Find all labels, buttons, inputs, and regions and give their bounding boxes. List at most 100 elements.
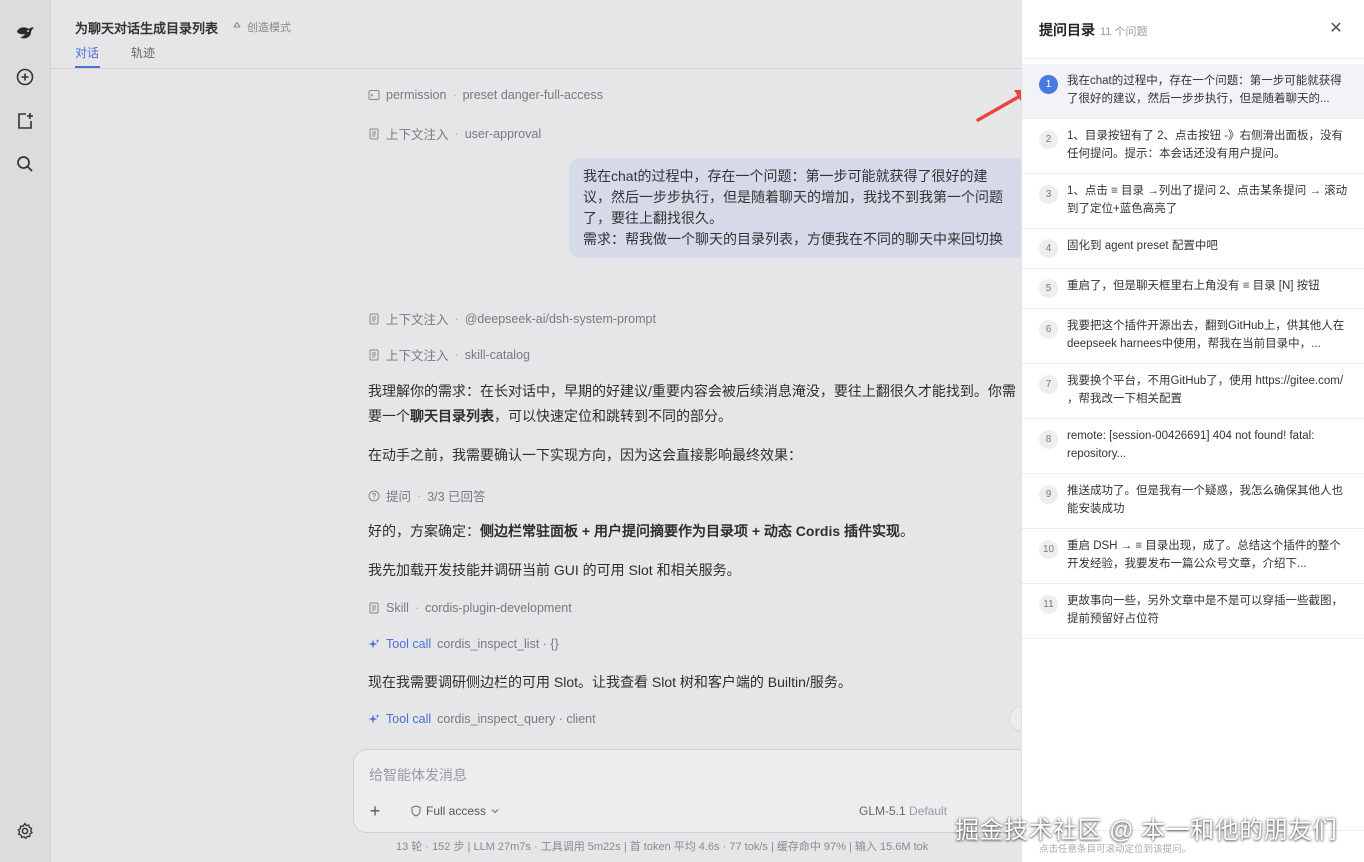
- bubble-line: 议，然后一步步执行，但是随着聊天的增加，我找不到我第一个问题: [583, 189, 1003, 205]
- sparkle-icon: [368, 714, 380, 724]
- model-selector[interactable]: GLM-5.1 Default: [859, 804, 947, 818]
- access-label: Full access: [426, 804, 487, 818]
- recycle-icon: [233, 22, 241, 28]
- meta-kind: permission: [386, 88, 447, 102]
- message-composer: 给智能体发消息 + Full access GLM-5.1 Default: [353, 749, 1033, 833]
- question-text: 固化到 agent preset 配置中吧: [1067, 240, 1218, 252]
- active-tab-indicator: [75, 66, 100, 68]
- attach-plus-button[interactable]: +: [364, 800, 386, 822]
- meta-detail: skill-catalog: [464, 347, 530, 362]
- question-text: 更故事向一些，另外文章中是不是可以穿插一些截图，提前预留好占位符: [1067, 595, 1343, 625]
- question-item[interactable]: 9 推送成功了。但是我有一个疑惑，我怎么确保其他人也能安装成功: [1022, 474, 1364, 529]
- question-number: 3: [1039, 185, 1058, 204]
- question-number: 9: [1039, 485, 1058, 504]
- access-selector[interactable]: Full access: [410, 804, 500, 818]
- question-item[interactable]: 10 重启 DSH → ≡ 目录出现，成了。总结这个插件的整个开发经验，我要发布…: [1022, 529, 1364, 584]
- whale-logo-icon[interactable]: [12, 20, 38, 46]
- meta-detail: @deepseek-ai/dsh-system-prompt: [464, 311, 656, 326]
- text-span: 。: [900, 523, 915, 539]
- message-input[interactable]: 给智能体发消息: [369, 765, 467, 785]
- question-text: remote: [session-00426691] 404 not found…: [1067, 430, 1315, 460]
- meta-kind: 上下文注入: [386, 349, 449, 363]
- tab-trace[interactable]: 轨迹: [131, 44, 155, 61]
- chevron-down-icon: [491, 809, 499, 814]
- mode-label: 创造模式: [247, 22, 291, 34]
- question-text: 1、目录按钮有了 2、点击按钮 -》右侧滑出面板，没有任何提问。提示：本会话还没…: [1067, 130, 1344, 160]
- tool-call-label: Tool call: [386, 712, 432, 726]
- question-item[interactable]: 6 我要把这个插件开源出去，翻到GitHub上，供其他人在deepseek ha…: [1022, 309, 1364, 364]
- question-item[interactable]: 8 remote: [session-00426691] 404 not fou…: [1022, 419, 1364, 474]
- terminal-icon: [368, 90, 380, 100]
- question-text: 重启了，但是聊天框里右上角没有 ≡ 目录 [N] 按钮: [1067, 280, 1320, 292]
- add-project-icon[interactable]: [12, 108, 38, 134]
- question-meta[interactable]: 提问 · 3/3 已回答: [368, 486, 486, 505]
- tool-call-meta[interactable]: Tool call cordis_inspect_query · client: [368, 712, 596, 726]
- question-number: 10: [1039, 540, 1058, 559]
- meta-detail: cordis_inspect_list · {}: [437, 637, 559, 651]
- document-icon: [369, 602, 379, 614]
- close-icon[interactable]: ✕: [1327, 20, 1345, 38]
- question-text: 我要把这个插件开源出去，翻到GitHub上，供其他人在deepseek harn…: [1067, 320, 1345, 350]
- bubble-line: 需求：帮我做一个聊天的目录列表，方便我在不同的聊天中来回切换: [583, 231, 1003, 247]
- question-item[interactable]: 4 固化到 agent preset 配置中吧: [1022, 229, 1364, 269]
- meta-kind: 上下文注入: [386, 128, 449, 142]
- conversation-title: 为聊天对话生成目录列表: [75, 21, 219, 36]
- document-icon: [369, 313, 379, 324]
- context-injection-meta[interactable]: 上下文注入 · user-approval: [368, 124, 541, 143]
- context-injection-meta[interactable]: 上下文注入 · @deepseek-ai/dsh-system-prompt: [368, 309, 656, 328]
- meta-detail: cordis-plugin-development: [425, 601, 572, 615]
- meta-detail: user-approval: [464, 126, 542, 141]
- bubble-line: 了，要往上翻找很久。: [583, 210, 723, 226]
- meta-detail: cordis_inspect_query · client: [437, 712, 596, 726]
- tool-call-meta[interactable]: Tool call cordis_inspect_list · {}: [368, 637, 559, 651]
- question-item[interactable]: 7 我要换个平台，不用GitHub了，使用 https://gitee.com/…: [1022, 364, 1364, 419]
- new-chat-icon[interactable]: [12, 64, 38, 90]
- assistant-paragraph: 要一个聊天目录列表，可以快速定位和跳转到不同的部分。: [368, 404, 732, 429]
- question-text: 1、点击 ≡ 目录 →列出了提问 2、点击某条提问 → 滚动到了定位+蓝色高亮了: [1067, 185, 1348, 215]
- model-label: GLM-5.1: [859, 804, 906, 818]
- question-text: 我要换个平台，不用GitHub了，使用 https://gitee.com/ ，…: [1067, 375, 1344, 405]
- assistant-paragraph: 我理解你的需求：在长对话中，早期的好建议/重要内容会被后续消息淹没，要往上翻很久…: [368, 383, 1016, 399]
- question-number: 2: [1039, 130, 1058, 149]
- shield-icon: [411, 805, 421, 817]
- question-item[interactable]: 5 重启了，但是聊天框里右上角没有 ≡ 目录 [N] 按钮: [1022, 269, 1364, 309]
- permission-meta[interactable]: permission · preset danger-full-access: [368, 88, 603, 102]
- app-window: 为聊天对话生成目录列表 创造模式 对话 轨迹 permission · pres…: [0, 0, 1364, 862]
- context-injection-meta[interactable]: 上下文注入 · skill-catalog: [368, 345, 530, 364]
- bold-span: 聊天目录列表: [410, 408, 494, 424]
- chat-main: 为聊天对话生成目录列表 创造模式 对话 轨迹 permission · pres…: [51, 0, 1035, 862]
- assistant-paragraph: 好的，方案确定：侧边栏常驻面板 + 用户提问摘要作为目录项 + 动态 Cordi…: [368, 519, 914, 544]
- question-number: 1: [1039, 75, 1058, 94]
- left-rail: [0, 0, 51, 862]
- assistant-paragraph: 我先加载开发技能并调研当前 GUI 的可用 Slot 和相关服务。: [368, 562, 741, 578]
- question-item[interactable]: 2 1、目录按钮有了 2、点击按钮 -》右侧滑出面板，没有任何提问。提示：本会话…: [1022, 119, 1364, 174]
- question-directory-panel: 提问目录 11 个问题 ✕ 1 我在chat的过程中，存在一个问题：第一步可能就…: [1021, 0, 1364, 862]
- assistant-paragraph: 在动手之前，我需要确认一下实现方向，因为这会直接影响最终效果：: [368, 447, 802, 463]
- panel-header: 提问目录 11 个问题 ✕: [1022, 0, 1364, 59]
- tab-chat[interactable]: 对话: [75, 44, 99, 61]
- meta-kind: Skill: [386, 601, 409, 615]
- watermark: 掘金技术社区 @ 本一和他的朋友们: [955, 817, 1338, 844]
- question-text: 我在chat的过程中，存在一个问题：第一步可能就获得了很好的建议，然后一步步执行…: [1067, 75, 1342, 105]
- meta-detail: 3/3 已回答: [427, 490, 486, 504]
- question-number: 11: [1039, 595, 1058, 614]
- chat-header: 为聊天对话生成目录列表 创造模式 对话 轨迹: [51, 0, 1021, 69]
- question-number: 8: [1039, 430, 1058, 449]
- question-list: 1 我在chat的过程中，存在一个问题：第一步可能就获得了很好的建议，然后一步步…: [1022, 64, 1364, 639]
- question-number: 5: [1039, 279, 1058, 298]
- skill-meta[interactable]: Skill · cordis-plugin-development: [368, 601, 572, 615]
- question-item[interactable]: 3 1、点击 ≡ 目录 →列出了提问 2、点击某条提问 → 滚动到了定位+蓝色高…: [1022, 174, 1364, 229]
- assistant-paragraph: 现在我需要调研侧边栏的可用 Slot。让我查看 Slot 树和客户端的 Buil…: [368, 674, 852, 690]
- question-text: 推送成功了。但是我有一个疑惑，我怎么确保其他人也能安装成功: [1067, 485, 1343, 515]
- question-number: 7: [1039, 375, 1058, 394]
- question-count: 11 个问题: [1100, 26, 1148, 38]
- tool-call-label: Tool call: [386, 637, 432, 651]
- text-span: 好的，方案确定：: [368, 523, 480, 539]
- panel-title: 提问目录: [1039, 22, 1095, 38]
- document-icon: [369, 349, 379, 360]
- settings-gear-icon[interactable]: [12, 818, 38, 844]
- search-icon[interactable]: [12, 151, 38, 177]
- question-text: 重启 DSH → ≡ 目录出现，成了。总结这个插件的整个开发经验，我要发布一篇公…: [1067, 540, 1341, 570]
- question-item[interactable]: 1 我在chat的过程中，存在一个问题：第一步可能就获得了很好的建议，然后一步步…: [1022, 64, 1364, 119]
- question-item[interactable]: 11 更故事向一些，另外文章中是不是可以穿插一些截图，提前预留好占位符: [1022, 584, 1364, 639]
